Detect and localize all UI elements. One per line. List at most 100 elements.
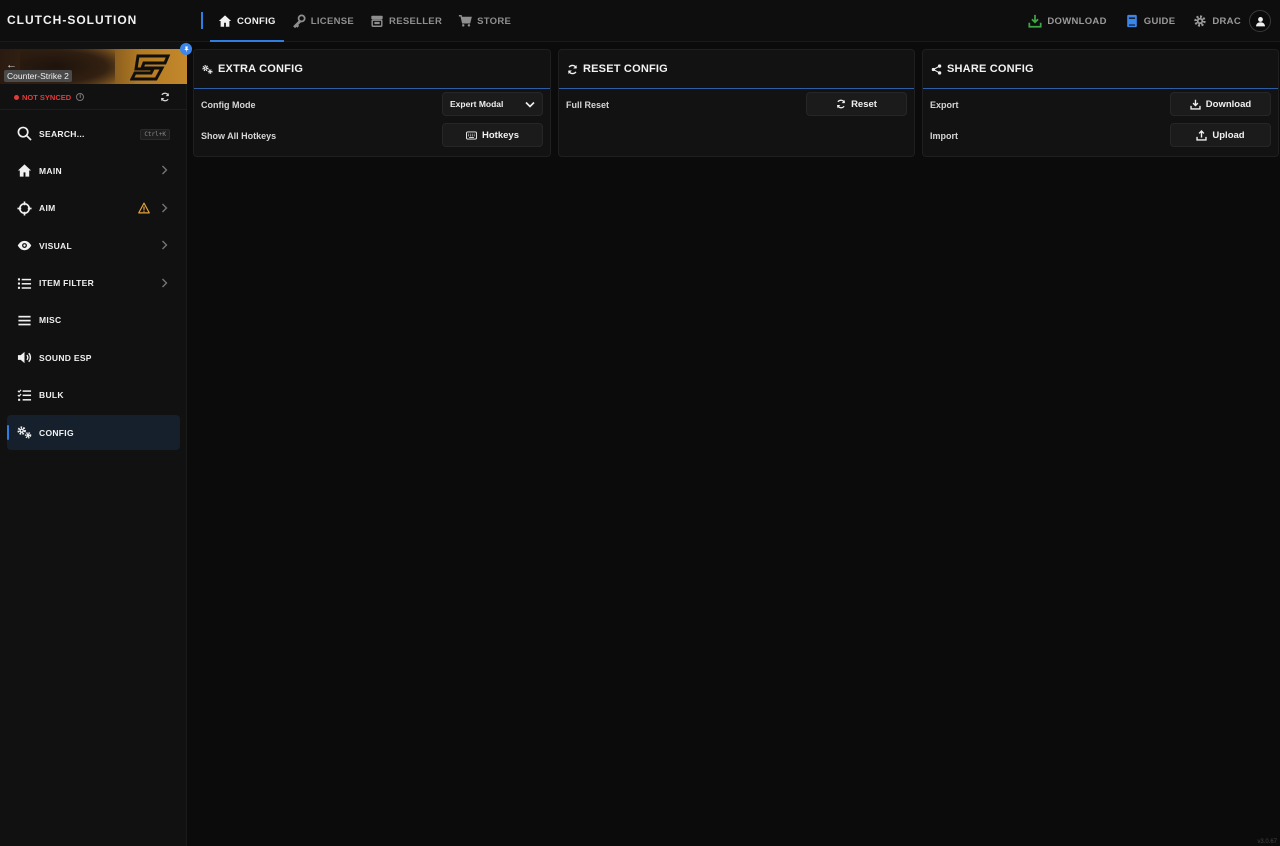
- sidebar-item-item-filter[interactable]: ITEM FILTER: [7, 266, 180, 301]
- config-mode-row: Config Mode Expert Modal: [194, 89, 550, 120]
- list-icon: [17, 277, 32, 289]
- download-icon: [1028, 14, 1042, 28]
- search-label: SEARCH...: [39, 128, 85, 139]
- search-icon: [17, 126, 32, 141]
- sidebar-item-label: MISC: [39, 315, 62, 326]
- download-link[interactable]: DOWNLOAD: [1028, 14, 1106, 28]
- sidebar-item-misc[interactable]: MISC: [7, 303, 180, 338]
- user-icon: [1255, 16, 1265, 26]
- refresh-icon[interactable]: [160, 92, 170, 102]
- sidebar-item-label: ITEM FILTER: [39, 278, 95, 289]
- reset-button-label: Reset: [851, 98, 877, 110]
- chevron-right-icon: [162, 240, 168, 250]
- tab-config-label: CONFIG: [237, 15, 276, 27]
- checklist-icon: [17, 389, 32, 401]
- tab-config[interactable]: CONFIG: [210, 0, 284, 42]
- gears-icon: [202, 64, 213, 74]
- home-icon: [218, 15, 232, 27]
- sidebar-item-label: BULK: [39, 390, 64, 401]
- info-icon[interactable]: i: [76, 93, 85, 101]
- sidebar-item-config[interactable]: CONFIG: [7, 415, 180, 451]
- sidebar-item-label: AIM: [39, 203, 56, 214]
- reset-button[interactable]: Reset: [806, 92, 907, 116]
- book-icon: [1126, 14, 1137, 28]
- sidebar-item-label: CONFIG: [39, 427, 74, 438]
- avatar[interactable]: [1249, 10, 1271, 32]
- share-icon: [931, 63, 942, 75]
- sidebar-item-label: MAIN: [39, 165, 62, 176]
- chevron-right-icon: [162, 203, 168, 213]
- config-mode-select[interactable]: Expert Modal: [442, 92, 543, 116]
- extra-config-card: EXTRA CONFIG Config Mode Expert Modal Sh…: [193, 49, 551, 157]
- sidebar-divider: [0, 109, 187, 110]
- chevron-down-icon: [525, 101, 535, 108]
- gears-icon: [17, 426, 32, 439]
- sidebar-item-visual[interactable]: VISUAL: [7, 228, 180, 263]
- full-reset-row: Full Reset Reset: [559, 89, 914, 120]
- version-label: v3.0.67: [1257, 839, 1277, 845]
- top-nav: CONFIG LICENSE RESELLER STORE: [210, 0, 519, 42]
- chevron-right-icon: [162, 278, 168, 288]
- export-row: Export Download: [923, 89, 1278, 120]
- tab-reseller-label: RESELLER: [389, 15, 443, 27]
- keyboard-icon: [466, 130, 477, 140]
- sync-row: NOT SYNCED i: [14, 92, 170, 102]
- import-label: Import: [930, 130, 958, 141]
- top-right-actions: DOWNLOAD GUIDE DRAC: [1028, 0, 1271, 42]
- crosshair-icon: [17, 201, 32, 216]
- sidebar-item-label: VISUAL: [39, 240, 72, 251]
- user-settings[interactable]: DRAC: [1193, 14, 1241, 28]
- game-logo-icon: [130, 54, 171, 81]
- hotkeys-button[interactable]: Hotkeys: [442, 123, 543, 147]
- game-name: Counter-Strike 2: [4, 70, 72, 82]
- sync-status-label: NOT SYNCED: [22, 92, 72, 102]
- card-header: SHARE CONFIG: [923, 50, 1278, 89]
- hotkeys-label: Show All Hotkeys: [201, 130, 277, 141]
- brand-divider: [201, 12, 203, 29]
- eye-icon: [17, 240, 32, 251]
- cart-icon: [458, 15, 472, 27]
- hotkeys-button-label: Hotkeys: [482, 129, 519, 141]
- guide-link[interactable]: GUIDE: [1125, 14, 1176, 28]
- tab-store-label: STORE: [477, 15, 512, 27]
- chevron-right-icon: [162, 165, 168, 175]
- download-config-label: Download: [1205, 98, 1252, 110]
- sidebar-item-aim[interactable]: AIM: [7, 191, 180, 226]
- sidebar-search[interactable]: SEARCH... Ctrl+K: [7, 116, 180, 151]
- sidebar-menu: SEARCH... Ctrl+K MAIN AIM VISUAL ITEM FI…: [7, 116, 180, 453]
- config-mode-label: Config Mode: [201, 99, 256, 110]
- guide-link-label: GUIDE: [1143, 15, 1176, 27]
- game-banner[interactable]: ← Counter-Strike 2: [0, 49, 187, 84]
- download-icon: [1190, 99, 1201, 110]
- import-row: Import Upload: [923, 120, 1278, 151]
- download-config-button[interactable]: Download: [1170, 92, 1271, 116]
- sidebar-item-main[interactable]: MAIN: [7, 153, 180, 188]
- sync-status: NOT SYNCED i: [14, 92, 85, 102]
- tab-reseller[interactable]: RESELLER: [362, 0, 450, 42]
- config-mode-value: Expert Modal: [450, 99, 504, 109]
- sidebar-item-label: SOUND ESP: [39, 352, 92, 363]
- sidebar-item-sound-esp[interactable]: SOUND ESP: [7, 340, 180, 375]
- hotkeys-row: Show All Hotkeys Hotkeys: [194, 120, 550, 151]
- card-header: RESET CONFIG: [559, 50, 914, 89]
- refresh-icon: [837, 99, 846, 109]
- tab-store[interactable]: STORE: [450, 0, 519, 42]
- tab-license[interactable]: LICENSE: [284, 0, 362, 42]
- pin-icon[interactable]: [180, 43, 192, 55]
- export-label: Export: [930, 99, 959, 110]
- home-icon: [17, 164, 32, 177]
- warning-icon: [138, 202, 150, 214]
- sidebar: ← Counter-Strike 2 NOT SYNCED i SEARCH..…: [0, 42, 192, 846]
- share-config-card: SHARE CONFIG Export Download Import Uplo…: [922, 49, 1279, 157]
- sidebar-item-bulk[interactable]: BULK: [7, 378, 180, 413]
- search-shortcut: Ctrl+K: [140, 129, 170, 140]
- top-bar: CLUTCH-SOLUTION CONFIG LICENSE RESELLER …: [0, 0, 1280, 42]
- upload-config-label: Upload: [1212, 129, 1245, 141]
- user-name: DRAC: [1212, 15, 1241, 27]
- full-reset-label: Full Reset: [566, 99, 610, 110]
- card-title: EXTRA CONFIG: [218, 63, 304, 75]
- status-dot: [14, 94, 19, 100]
- brand-logo-text: CLUTCH-SOLUTION: [7, 13, 138, 27]
- store-icon: [371, 15, 383, 27]
- upload-config-button[interactable]: Upload: [1170, 123, 1271, 147]
